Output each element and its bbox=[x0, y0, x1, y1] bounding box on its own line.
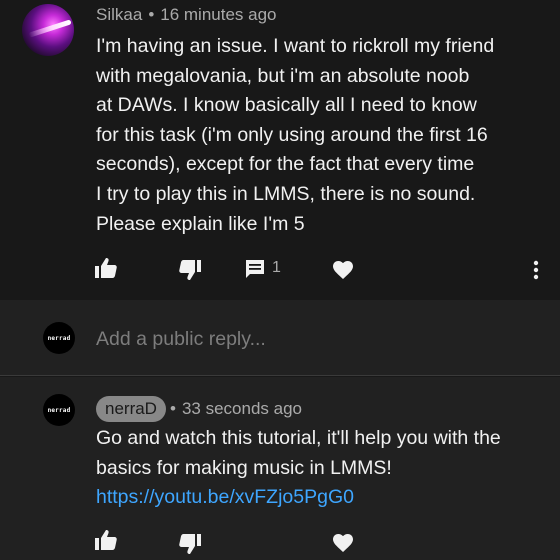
reply-time: 33 seconds ago bbox=[181, 399, 302, 418]
comment-top: Silkaa • 16 minutes ago I'm having an issu… bbox=[0, 0, 560, 300]
reply-count-button[interactable] bbox=[243, 257, 267, 281]
reply-author-chip[interactable]: nerraD bbox=[96, 396, 166, 422]
more-vert-icon bbox=[533, 260, 539, 280]
meta-separator: • bbox=[170, 399, 176, 418]
comment-line: at DAWs. I know basically all I need to … bbox=[96, 94, 477, 117]
avatar: nerrad bbox=[43, 322, 75, 354]
comment-author[interactable]: Silkaa bbox=[96, 5, 142, 24]
reply-dislike-button[interactable] bbox=[178, 532, 202, 556]
comment-meta: Silkaa • 16 minutes ago bbox=[96, 5, 277, 25]
reply-like-button[interactable] bbox=[94, 528, 118, 552]
heart-button[interactable] bbox=[331, 258, 355, 282]
reply-meta: • 33 seconds ago bbox=[170, 399, 302, 419]
avatar[interactable]: nerrad bbox=[43, 394, 75, 426]
comment-line: Please explain like I'm 5 bbox=[96, 212, 305, 235]
reply-line: Go and watch this tutorial, it'll help y… bbox=[96, 427, 501, 449]
avatar[interactable] bbox=[22, 4, 74, 56]
heart-icon bbox=[333, 261, 353, 279]
reply-line: basics for making music in LMMS! bbox=[96, 456, 392, 479]
comment-time: 16 minutes ago bbox=[160, 5, 277, 24]
thumb-up-icon bbox=[95, 530, 117, 550]
reply-body: Go and watch this tutorial, it'll help y… bbox=[96, 424, 551, 513]
comment-icon bbox=[246, 260, 264, 278]
comment-line: seconds), except for the fact that every… bbox=[96, 153, 475, 176]
comment-line: I'm having an issue. I want to rickroll … bbox=[96, 35, 495, 57]
thumb-down-icon bbox=[179, 534, 201, 554]
thumb-up-icon bbox=[95, 258, 117, 278]
heart-icon bbox=[333, 534, 353, 552]
meta-separator: • bbox=[148, 5, 155, 24]
thumb-down-icon bbox=[179, 260, 201, 280]
more-options-button[interactable] bbox=[526, 258, 546, 282]
comment-body: I'm having an issue. I want to rickroll … bbox=[96, 32, 546, 239]
reply-count: 1 bbox=[272, 259, 281, 276]
comment-line: with megalovania, but i'm an absolute no… bbox=[96, 64, 470, 87]
reply-heart-button[interactable] bbox=[331, 531, 355, 555]
comment-line: for this task (i'm only using around the… bbox=[96, 123, 488, 146]
dislike-button[interactable] bbox=[178, 258, 202, 282]
tutorial-link[interactable]: https://youtu.be/xvFZjo5PgG0 bbox=[96, 486, 354, 508]
comment-line: I try to play this in LMMS, there is no … bbox=[96, 182, 476, 205]
like-button[interactable] bbox=[94, 256, 118, 280]
reply-input[interactable] bbox=[96, 325, 536, 353]
